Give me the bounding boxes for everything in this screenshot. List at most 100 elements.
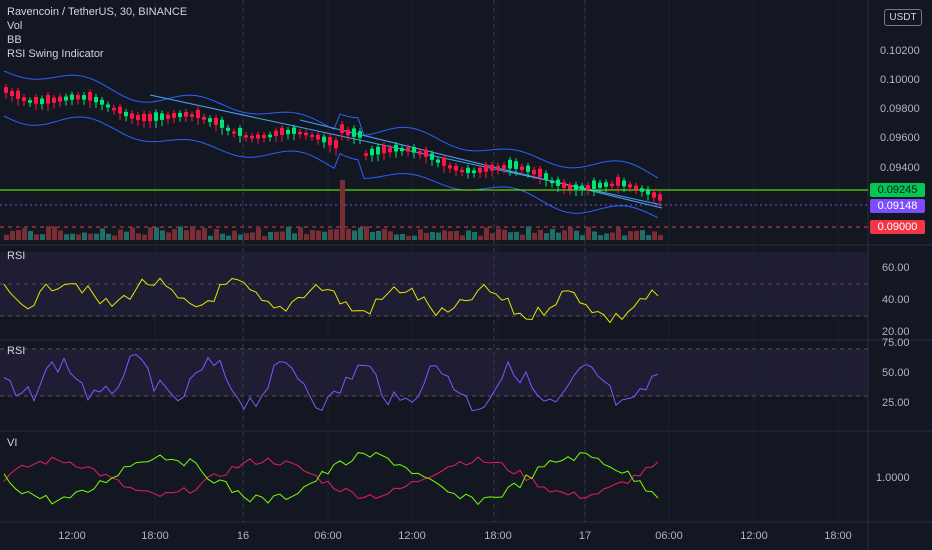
candle bbox=[40, 98, 44, 104]
time-axis-label: 12:00 bbox=[58, 530, 86, 542]
candle bbox=[490, 164, 494, 171]
candle bbox=[82, 95, 86, 100]
candle bbox=[172, 113, 176, 118]
candle bbox=[22, 97, 26, 102]
volume-bar bbox=[4, 234, 9, 240]
bb-upper-band bbox=[3, 70, 659, 179]
candle bbox=[334, 139, 338, 149]
volume-bar bbox=[328, 229, 333, 240]
candle bbox=[292, 127, 296, 134]
rsi2-axis-label: 75.00 bbox=[882, 337, 910, 349]
volume-bar bbox=[430, 232, 435, 240]
price-tag-last: 0.09148 bbox=[870, 199, 925, 213]
price-tag-resistance: 0.09000 bbox=[870, 220, 925, 234]
candle bbox=[58, 96, 62, 102]
candle bbox=[514, 161, 518, 169]
candle bbox=[604, 182, 608, 187]
volume-bar bbox=[274, 231, 279, 240]
candle bbox=[364, 153, 368, 156]
volume-bar bbox=[442, 230, 447, 240]
volume-bar bbox=[154, 227, 159, 240]
volume-bar bbox=[658, 235, 663, 240]
legend-vol[interactable]: Vol bbox=[7, 19, 187, 33]
rsi2-axis-label: 25.00 bbox=[882, 397, 910, 409]
candle bbox=[34, 97, 38, 104]
volume-bar bbox=[388, 231, 393, 240]
chart-canvas[interactable] bbox=[0, 0, 932, 550]
candle bbox=[250, 135, 254, 139]
candle bbox=[574, 184, 578, 191]
candle bbox=[268, 134, 272, 138]
volume-bar bbox=[16, 230, 21, 240]
volume-bar bbox=[520, 234, 525, 240]
volume-bar bbox=[586, 226, 591, 240]
volume-bar bbox=[646, 235, 651, 240]
candle bbox=[106, 104, 110, 108]
volume-bar bbox=[514, 231, 519, 240]
time-axis-label: 06:00 bbox=[314, 530, 342, 542]
candle bbox=[46, 94, 50, 104]
time-axis-label: 17 bbox=[578, 530, 592, 542]
volume-bar bbox=[352, 230, 357, 240]
volume-bar bbox=[70, 233, 75, 240]
candle bbox=[112, 107, 116, 111]
candle bbox=[562, 182, 566, 189]
candle bbox=[214, 117, 218, 125]
candle bbox=[178, 113, 182, 117]
candle bbox=[388, 147, 392, 153]
candle bbox=[136, 115, 140, 121]
volume-bar bbox=[580, 235, 585, 240]
candle bbox=[580, 185, 584, 191]
candle bbox=[526, 165, 530, 172]
candle bbox=[448, 165, 452, 169]
legend-bb[interactable]: BB bbox=[7, 33, 187, 47]
candle bbox=[100, 99, 104, 105]
rsi-axis-label: 60.00 bbox=[882, 262, 910, 274]
volume-bar bbox=[136, 233, 141, 240]
candle bbox=[52, 97, 56, 103]
candle bbox=[586, 185, 590, 190]
symbol-title: Ravencoin / TetherUS, 30, BINANCE bbox=[7, 6, 188, 18]
candle bbox=[322, 136, 326, 143]
volume-bar bbox=[160, 230, 165, 240]
volume-bar bbox=[106, 233, 111, 240]
volume-bar bbox=[502, 229, 507, 240]
volume-bar bbox=[382, 228, 387, 240]
volume-bar bbox=[424, 232, 429, 240]
volume-bar bbox=[460, 235, 465, 240]
candle bbox=[628, 184, 632, 188]
candle bbox=[376, 146, 380, 155]
candle bbox=[286, 129, 290, 135]
volume-bar bbox=[628, 231, 633, 240]
volume-bar bbox=[256, 228, 261, 240]
volume-bar bbox=[166, 232, 171, 240]
vi-minus-line bbox=[3, 456, 659, 499]
volume-bar bbox=[604, 233, 609, 240]
volume-bar bbox=[238, 234, 243, 240]
candle bbox=[652, 192, 656, 198]
candle bbox=[274, 130, 278, 137]
volume-bar bbox=[364, 226, 369, 240]
candle bbox=[496, 165, 500, 170]
candle bbox=[598, 182, 602, 188]
volume-bar bbox=[640, 230, 645, 240]
volume-bar bbox=[118, 229, 123, 240]
volume-bar bbox=[178, 226, 183, 240]
chart-legend: Ravencoin / TetherUS, 30, BINANCE Vol BB… bbox=[7, 5, 187, 61]
candle bbox=[10, 90, 14, 97]
volume-bar bbox=[28, 231, 33, 240]
volume-bar bbox=[280, 231, 285, 240]
candle bbox=[340, 124, 344, 134]
price-axis-label: 0.09400 bbox=[880, 162, 920, 174]
candle bbox=[70, 94, 74, 100]
candle bbox=[550, 180, 554, 184]
candle bbox=[280, 127, 284, 136]
volume-bar bbox=[112, 235, 117, 240]
volume-bar bbox=[208, 235, 213, 240]
currency-button[interactable]: USDT bbox=[884, 9, 922, 26]
legend-rsi-swing[interactable]: RSI Swing Indicator bbox=[7, 47, 187, 61]
volume-bar bbox=[244, 233, 249, 240]
volume-bar bbox=[436, 232, 441, 240]
candle bbox=[220, 119, 224, 128]
time-axis-label: 18:00 bbox=[141, 530, 169, 542]
